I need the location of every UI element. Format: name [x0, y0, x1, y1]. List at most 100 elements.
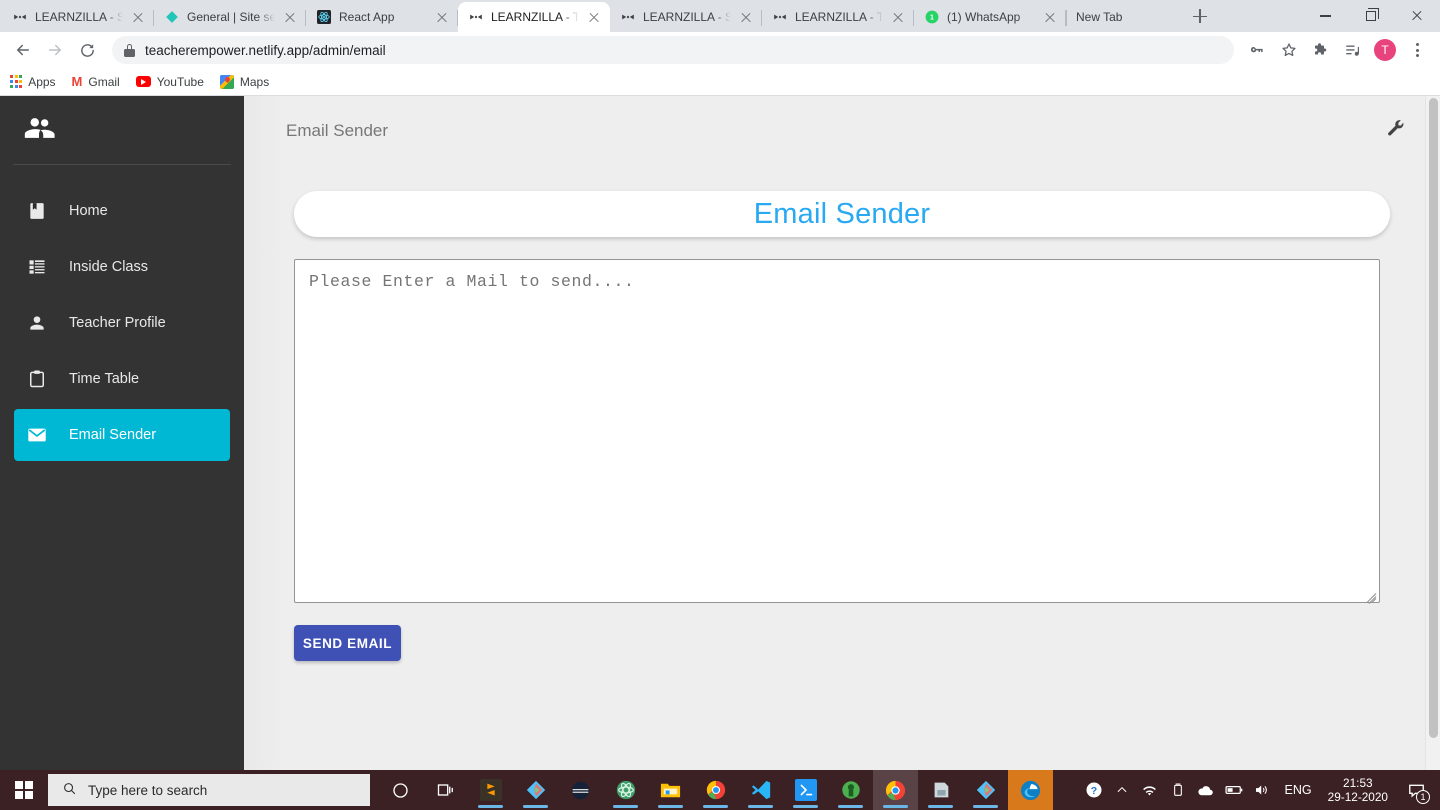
device-icon[interactable]: [1165, 770, 1191, 810]
bowtie-icon: [468, 9, 484, 25]
new-tab-button[interactable]: [1186, 2, 1214, 30]
tab-close-icon[interactable]: [586, 9, 602, 25]
close-icon: [1411, 10, 1423, 22]
file-explorer-icon[interactable]: [648, 770, 693, 810]
browser-window: LEARNZILLA - Stud General | Site settin …: [0, 0, 1440, 770]
main-content: Email Sender Email Sender Please Enter a…: [244, 96, 1440, 770]
sidebar-item-email-sender[interactable]: Email Sender: [14, 409, 230, 461]
web-page: Home Inside Class Teacher Profile Time T…: [0, 96, 1440, 770]
notifications-icon[interactable]: 1: [1396, 770, 1436, 810]
task-view-icon[interactable]: [423, 770, 468, 810]
language-indicator[interactable]: ENG: [1277, 783, 1320, 797]
tab-close-icon[interactable]: [130, 9, 146, 25]
vscode-icon[interactable]: [738, 770, 783, 810]
taskbar-tasks: [378, 770, 1053, 810]
browser-tab[interactable]: LEARNZILLA - Stud: [2, 2, 154, 32]
bookmark-apps[interactable]: Apps: [10, 75, 56, 89]
volume-icon[interactable]: [1249, 770, 1275, 810]
app-sidebar: Home Inside Class Teacher Profile Time T…: [0, 96, 244, 770]
tab-close-icon[interactable]: [434, 9, 450, 25]
system-tray: ? ENG 21:53 29-12-2020 1: [1081, 770, 1440, 810]
start-button[interactable]: [0, 770, 48, 810]
chrome-menu-button[interactable]: [1402, 35, 1432, 65]
tab-close-icon[interactable]: [282, 9, 298, 25]
back-button[interactable]: [8, 35, 38, 65]
wifi-icon[interactable]: [1137, 770, 1163, 810]
cloud-icon[interactable]: [1193, 770, 1219, 810]
bowtie-icon: [772, 9, 788, 25]
cortana-circle-icon[interactable]: [378, 770, 423, 810]
powershell-icon[interactable]: [783, 770, 828, 810]
edge-icon[interactable]: [1008, 770, 1053, 810]
browser-tab[interactable]: 1 (1) WhatsApp: [914, 2, 1066, 32]
tab-close-icon[interactable]: [738, 9, 754, 25]
bookmark-gmail[interactable]: M Gmail: [72, 75, 120, 89]
browser-tab[interactable]: React App: [306, 2, 458, 32]
browser-tab[interactable]: General | Site settin: [154, 2, 306, 32]
avatar: T: [1374, 39, 1396, 61]
photos-icon[interactable]: [918, 770, 963, 810]
window-minimize-button[interactable]: [1302, 0, 1348, 32]
scrollbar-thumb[interactable]: [1429, 98, 1438, 738]
bookmark-youtube[interactable]: YouTube: [135, 74, 204, 89]
sidebar-item-home[interactable]: Home: [14, 185, 230, 237]
question-circle-icon[interactable]: ?: [1081, 770, 1107, 810]
chrome-icon[interactable]: [693, 770, 738, 810]
key-icon[interactable]: [1242, 35, 1272, 65]
textarea-resize-handle[interactable]: [1363, 586, 1377, 604]
mail-textarea[interactable]: Please Enter a Mail to send....: [294, 259, 1380, 604]
star-icon[interactable]: [1274, 35, 1304, 65]
netlify-diamond-icon[interactable]: [513, 770, 558, 810]
sidebar-item-time-table[interactable]: Time Table: [14, 353, 230, 405]
tab-close-icon[interactable]: [890, 9, 906, 25]
tab-title: LEARNZILLA - Stud: [35, 10, 123, 24]
bookmark-label: YouTube: [156, 74, 204, 89]
kebab-menu-icon: [1409, 42, 1425, 58]
chevron-up-icon[interactable]: [1109, 770, 1135, 810]
chrome-icon[interactable]: [873, 770, 918, 810]
bookmark-maps[interactable]: Maps: [219, 74, 269, 89]
apps-grid-icon: [10, 75, 23, 88]
netlify-diamond-icon[interactable]: [963, 770, 1008, 810]
page-title: Email Sender: [286, 121, 389, 140]
react-icon[interactable]: [603, 770, 648, 810]
toolbar-icons: T: [1242, 35, 1432, 65]
window-close-button[interactable]: [1394, 0, 1440, 32]
wrench-icon[interactable]: [1386, 119, 1406, 144]
profile-avatar[interactable]: T: [1370, 35, 1400, 65]
window-controls: [1302, 0, 1440, 32]
address-bar[interactable]: teacherempower.netlify.app/admin/email: [112, 36, 1234, 64]
app-bar: Email Sender: [244, 96, 1440, 166]
title-card: Email Sender: [294, 191, 1390, 237]
tab-title: LEARNZILLA - Teac: [491, 10, 579, 24]
people-group-icon: [22, 111, 56, 150]
tab-title: New Tab: [1076, 10, 1123, 24]
sidebar-item-label: Home: [69, 203, 108, 219]
bookmarks-bar: Apps M Gmail YouTube Maps: [0, 68, 1440, 96]
window-maximize-button[interactable]: [1348, 0, 1394, 32]
browser-tab[interactable]: LEARNZILLA - Teac: [762, 2, 914, 32]
send-email-button[interactable]: SEND EMAIL: [294, 625, 401, 661]
clock[interactable]: 21:53 29-12-2020: [1322, 776, 1394, 804]
windows-taskbar: Type here to search ? ENG 21:53 29-12-20…: [0, 770, 1440, 810]
forward-button[interactable]: [40, 35, 70, 65]
sidebar-item-inside-class[interactable]: Inside Class: [14, 241, 230, 293]
clock-date: 29-12-2020: [1327, 790, 1388, 804]
dark-circle-app-icon[interactable]: [558, 770, 603, 810]
restore-icon: [1366, 8, 1380, 21]
extensions-puzzle-icon[interactable]: [1306, 35, 1336, 65]
battery-icon[interactable]: [1221, 770, 1247, 810]
taskbar-search[interactable]: Type here to search: [48, 774, 370, 806]
android-studio-icon[interactable]: [828, 770, 873, 810]
tab-close-icon[interactable]: [1042, 9, 1058, 25]
browser-tab[interactable]: LEARNZILLA - Stud: [610, 2, 762, 32]
reload-button[interactable]: [72, 35, 102, 65]
browser-tab-active[interactable]: LEARNZILLA - Teac: [458, 2, 610, 32]
page-scrollbar[interactable]: [1425, 96, 1440, 770]
sublime-text-icon[interactable]: [468, 770, 513, 810]
sidebar-item-teacher-profile[interactable]: Teacher Profile: [14, 297, 230, 349]
media-playlist-icon[interactable]: [1338, 35, 1368, 65]
tab-title: (1) WhatsApp: [947, 10, 1021, 24]
clipboard-icon: [25, 367, 49, 391]
browser-tab[interactable]: New Tab: [1066, 2, 1184, 32]
